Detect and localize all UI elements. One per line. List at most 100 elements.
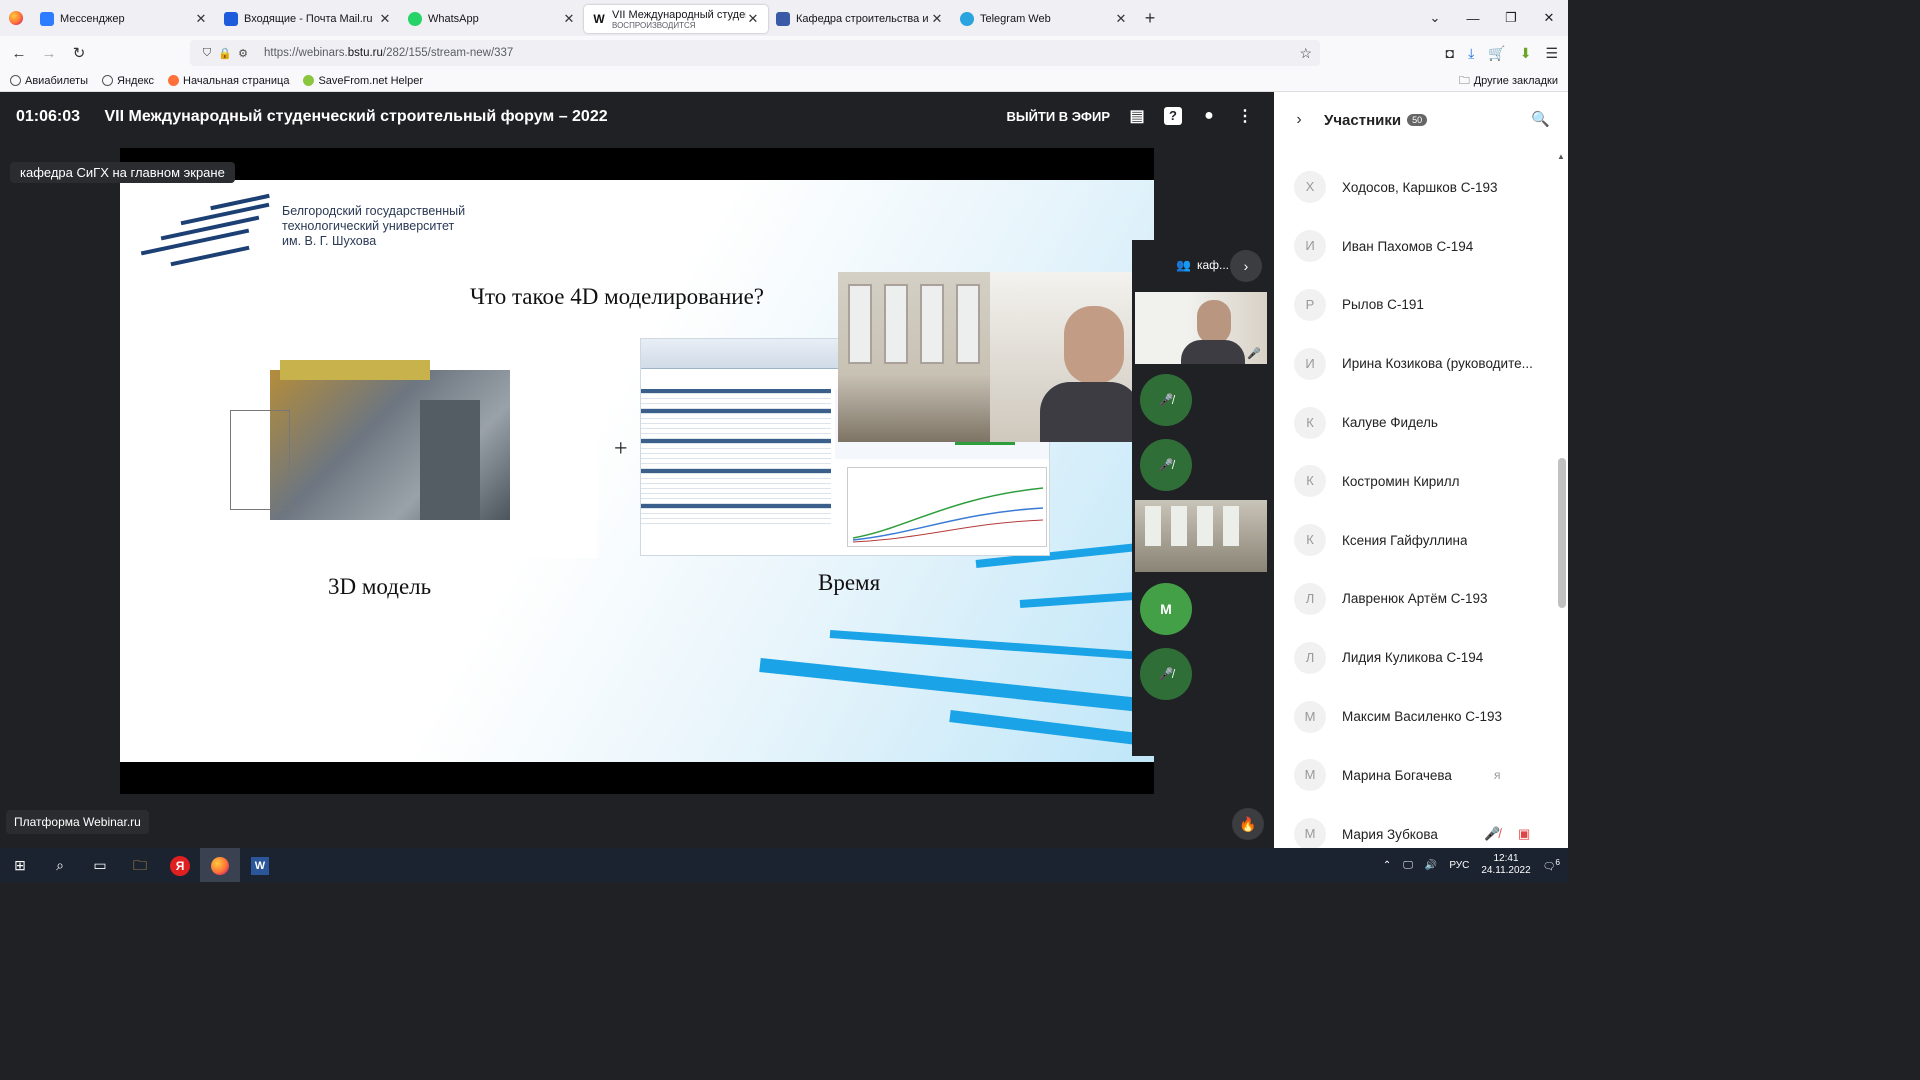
word-icon[interactable]: W [240, 848, 280, 882]
room-video-thumb[interactable] [1135, 500, 1267, 572]
participant-row[interactable]: К Ксения Гайфуллина [1274, 511, 1554, 570]
savefrom-icon[interactable]: ⬇ [1520, 45, 1532, 62]
participant-avatar-muted[interactable]: 🎤̸ [1140, 439, 1192, 491]
chat-icon[interactable]: ▤ [1128, 106, 1146, 126]
participant-avatar-muted[interactable]: 🎤̸ [1140, 648, 1192, 700]
participant-row[interactable]: Л Лидия Куликова С-194 [1274, 628, 1554, 687]
clock[interactable]: 12:41 24.11.2022 [1481, 853, 1530, 877]
participant-row[interactable]: М Максим Василенко С-193 [1274, 687, 1554, 746]
volume-icon[interactable]: 🔊 [1425, 860, 1437, 871]
university-logo [140, 193, 270, 268]
mail-icon [224, 12, 238, 26]
lock-icon[interactable]: 🔒 [216, 47, 234, 60]
collapse-chevron-icon[interactable]: › [1274, 111, 1324, 129]
pocket-icon[interactable]: ◘ [1446, 45, 1454, 61]
tab-kafedra[interactable]: Кафедра строительства и городского ✕ [768, 5, 952, 33]
participants-header: › Участники 50 🔍 [1274, 92, 1568, 148]
tab-webinar[interactable]: W VII Международный студенческий ВОСПРОИ… [584, 5, 768, 33]
scrollbar-thumb[interactable] [1558, 458, 1566, 608]
university-line: технологический университет [282, 219, 455, 233]
platform-label[interactable]: Платформа Webinar.ru [6, 810, 149, 834]
back-icon[interactable]: ← [4, 45, 34, 62]
person-icon[interactable]: ● [1200, 107, 1218, 125]
other-bookmarks[interactable]: 🗀 Другие закладки [1459, 70, 1558, 92]
language-indicator[interactable]: РУС [1449, 860, 1469, 871]
permissions-icon[interactable]: ⚙ [234, 47, 252, 60]
camera-off-icon: ▣ [1518, 826, 1531, 842]
download-icon[interactable]: ⤓ [1468, 45, 1474, 62]
mic-off-icon: 🎤̸ [1158, 667, 1174, 681]
scroll-up-icon[interactable]: ▲ [1556, 152, 1566, 161]
participant-row[interactable]: И Ирина Козикова (руководите... [1274, 334, 1554, 393]
bookmark-yandex[interactable]: Яндекс [102, 75, 154, 87]
url-bar[interactable]: ⛉ 🔒 ⚙ https://webinars.bstu.ru/282/155/s… [190, 40, 1320, 66]
thumb-head [1197, 300, 1231, 344]
yandex-browser-icon[interactable]: Я [160, 848, 200, 882]
tab-whatsapp[interactable]: WhatsApp ✕ [400, 5, 584, 33]
firefox-taskbar-icon[interactable] [200, 848, 240, 882]
tab-mail[interactable]: Входящие - Почта Mail.ru ✕ [216, 5, 400, 33]
participant-avatar-muted[interactable]: 🎤̸ [1140, 374, 1192, 426]
bookmark-aviabilety[interactable]: Авиабилеты [10, 75, 88, 87]
file-explorer-icon[interactable]: 🗀 [120, 848, 160, 882]
reload-icon[interactable]: ↻ [64, 44, 94, 62]
help-icon[interactable]: ? [1164, 107, 1182, 125]
participant-name: Калуве Фидель [1342, 415, 1438, 431]
network-icon[interactable]: 🖵 [1403, 860, 1413, 871]
participant-video-thumb[interactable]: 🎤 [1135, 292, 1267, 364]
close-tab-icon[interactable]: ✕ [194, 11, 208, 27]
new-tab-button[interactable]: + [1136, 8, 1164, 29]
participant-avatar-m[interactable]: М [1140, 583, 1192, 635]
building-shape [280, 360, 430, 380]
strip-next-button[interactable]: › [1230, 250, 1262, 282]
participants-count-badge: 50 [1407, 114, 1428, 126]
bookmark-star-icon[interactable]: ☆ [1299, 45, 1312, 62]
participant-initial: Л [1294, 641, 1326, 674]
search-icon[interactable]: ⌕ [40, 848, 80, 882]
close-tab-icon[interactable]: ✕ [930, 11, 944, 27]
minimize-icon[interactable]: — [1454, 11, 1492, 26]
telegram-icon [960, 12, 974, 26]
bookmark-savefrom[interactable]: SaveFrom.net Helper [303, 75, 423, 87]
participant-row[interactable]: Л Лавренюк Артём С-193 [1274, 570, 1554, 629]
tab-list-icon[interactable]: ⌄ [1416, 10, 1454, 26]
restore-icon[interactable]: ❐ [1492, 10, 1530, 26]
close-window-icon[interactable]: ✕ [1530, 10, 1568, 26]
cart-icon[interactable]: 🛒 [1488, 45, 1505, 62]
tab-messenger[interactable]: Мессенджер ✕ [32, 5, 216, 33]
participant-name: Лидия Куликова С-194 [1342, 650, 1484, 666]
participant-row[interactable]: Р Рылов С-191 [1274, 276, 1554, 335]
tray-chevron-icon[interactable]: ⌃ [1383, 860, 1391, 871]
windows-start-icon[interactable]: ⊞ [0, 848, 40, 882]
shield-icon[interactable]: ⛉ [198, 47, 216, 60]
speaker-video[interactable] [838, 272, 1132, 442]
tab-telegram[interactable]: Telegram Web ✕ [952, 5, 1136, 33]
menu-icon[interactable]: ☰ [1545, 45, 1558, 62]
webinar-app: 01:06:03 VII Международный студенческий … [0, 92, 1274, 848]
task-view-icon[interactable]: ▭ [80, 848, 120, 882]
close-tab-icon[interactable]: ✕ [1114, 11, 1128, 27]
system-tray: ⌃ 🖵 🔊 РУС 12:41 24.11.2022 🗨6 [1383, 848, 1560, 882]
go-on-air-button[interactable]: ВЫЙТИ В ЭФИР [1006, 109, 1110, 124]
webinar-timer: 01:06:03 [16, 108, 81, 125]
webinar-header: 01:06:03 VII Международный студенческий … [16, 108, 608, 126]
search-icon[interactable]: 🔍 [1531, 110, 1550, 128]
participant-initial: Х [1294, 171, 1326, 204]
participant-row[interactable]: М Марина Богачева я [1274, 746, 1554, 805]
notifications-icon[interactable]: 🗨6 [1543, 857, 1560, 872]
more-vert-icon[interactable]: ⋮ [1236, 106, 1254, 126]
participants-video-strip: 👥 каф... › 🎤 🎤̸ 🎤̸ М 🎤̸ [1132, 240, 1272, 756]
participant-row[interactable]: К Калуве Фидель [1274, 393, 1554, 452]
participant-row[interactable]: К Костромин Кирилл [1274, 452, 1554, 511]
bookmark-home[interactable]: Начальная страница [168, 75, 289, 87]
tab-label: WhatsApp [428, 13, 479, 25]
close-tab-icon[interactable]: ✕ [562, 11, 576, 27]
participants-scrollbar[interactable]: ▲ [1556, 152, 1566, 842]
forward-icon[interactable]: → [34, 45, 64, 62]
fire-icon[interactable]: 🔥 [1232, 808, 1264, 840]
close-tab-icon[interactable]: ✕ [378, 11, 392, 27]
firefox-icon[interactable] [0, 0, 32, 36]
participant-row[interactable]: Х Ходосов, Каршков С-193 [1274, 158, 1554, 217]
participant-row[interactable]: И Иван Пахомов С-194 [1274, 217, 1554, 276]
close-tab-icon[interactable]: ✕ [746, 11, 760, 27]
